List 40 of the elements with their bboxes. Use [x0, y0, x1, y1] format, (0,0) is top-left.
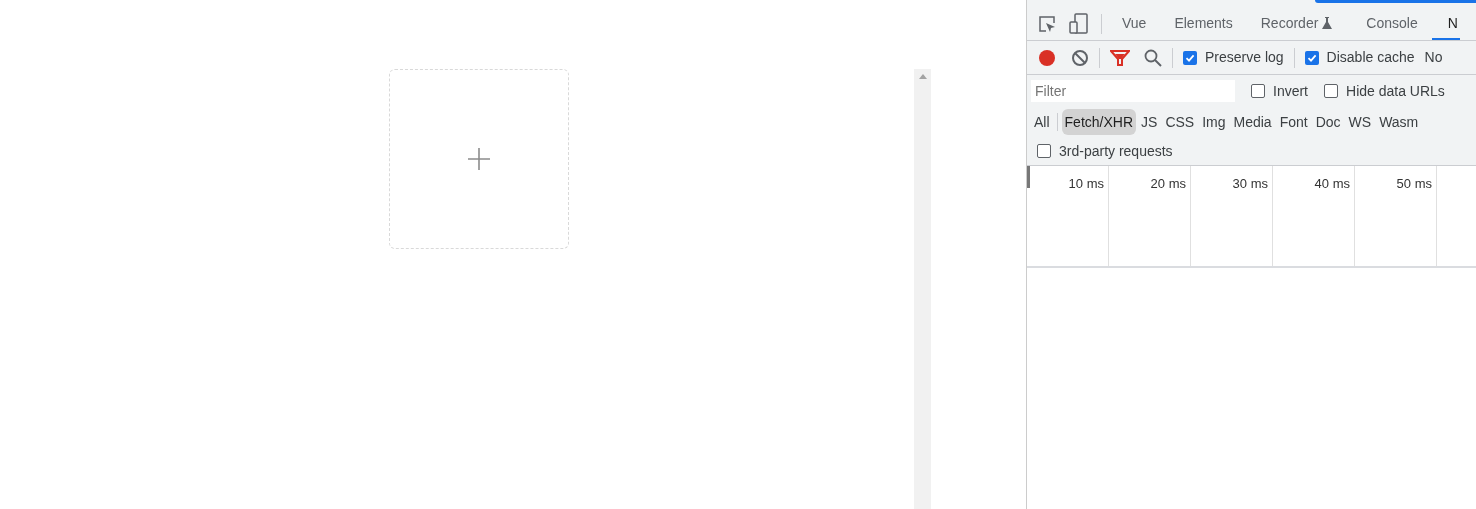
timeline-tick: 40 ms	[1314, 175, 1350, 192]
timeline-tick: 10 ms	[1068, 175, 1104, 192]
type-filter[interactable]: Font	[1276, 109, 1311, 135]
type-filter[interactable]: Img	[1199, 109, 1229, 135]
type-filter[interactable]: JS	[1138, 109, 1161, 135]
timeline-tick: 30 ms	[1232, 175, 1268, 192]
checkbox-label[interactable]: Invert	[1273, 80, 1308, 102]
tab[interactable]: Vue	[1102, 8, 1161, 40]
checkbox-label[interactable]: 3rd-party requests	[1059, 140, 1173, 162]
checkbox[interactable]	[1183, 50, 1197, 65]
throttling-dropdown[interactable]: No	[1424, 47, 1443, 68]
filter-icon[interactable]	[1110, 48, 1130, 67]
checkbox[interactable]	[1304, 50, 1319, 65]
device-toolbar-icon[interactable]	[1069, 13, 1089, 35]
type-filter[interactable]: WS	[1345, 109, 1375, 135]
checkbox-label[interactable]: Hide data URLs	[1346, 80, 1445, 102]
type-filter[interactable]: Fetch/XHR	[1061, 109, 1137, 135]
record-icon[interactable]	[1037, 47, 1057, 68]
timeline-handle[interactable]	[1027, 166, 1030, 188]
type-filter[interactable]: All	[1031, 109, 1053, 135]
timeline-tick: 20 ms	[1150, 175, 1186, 192]
inspect-icon[interactable]	[1037, 14, 1057, 34]
timeline-tick: 50 ms	[1396, 175, 1432, 192]
checkbox[interactable]	[1251, 84, 1265, 98]
tab[interactable]: Recorder	[1246, 8, 1347, 40]
checkbox[interactable]	[1037, 144, 1051, 158]
checkbox[interactable]	[1324, 84, 1338, 98]
filter-input[interactable]: Filter	[1031, 80, 1235, 102]
tab[interactable]: Elements	[1160, 8, 1247, 40]
clear-icon[interactable]	[1071, 48, 1089, 67]
search-icon[interactable]	[1144, 48, 1162, 67]
checkbox-label[interactable]: Disable cache	[1326, 47, 1415, 68]
type-filter[interactable]: Wasm	[1376, 109, 1422, 135]
type-filter[interactable]: Doc	[1312, 109, 1344, 135]
tab[interactable]: Console	[1346, 8, 1432, 40]
type-filter[interactable]: CSS	[1162, 109, 1198, 135]
scrollbar[interactable]	[914, 69, 931, 509]
checkbox-label[interactable]: Preserve log	[1205, 47, 1284, 68]
plus-icon	[467, 147, 491, 171]
type-filter[interactable]: Media	[1230, 109, 1275, 135]
